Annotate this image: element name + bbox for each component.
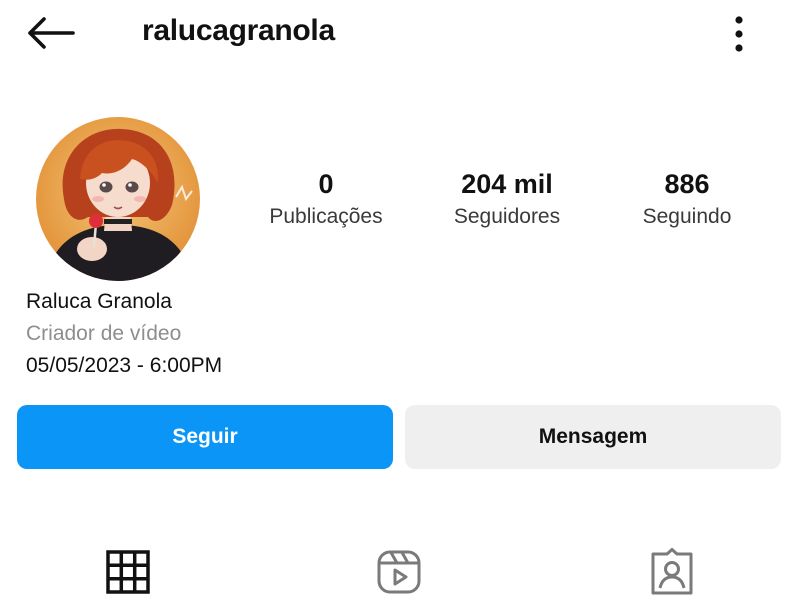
profile-username: ralucagranola — [142, 14, 335, 47]
profile-category: Criador de vídeo — [26, 322, 182, 345]
stat-following-label: Seguindo — [642, 205, 732, 228]
profile-bio-text: 05/05/2023 - 6:00PM — [26, 354, 223, 377]
stat-followers[interactable]: 204 mil Seguidores — [417, 168, 597, 232]
reels-icon[interactable] — [375, 548, 423, 596]
back-arrow-icon[interactable] — [22, 13, 78, 53]
stat-posts[interactable]: 0 Publicações — [236, 168, 416, 232]
stat-followers-label: Seguidores — [453, 205, 561, 228]
profile-header: ralucagranola — [0, 0, 806, 66]
follow-button[interactable]: Seguir — [17, 405, 393, 469]
tagged-icon[interactable] — [648, 548, 696, 596]
message-button[interactable]: Mensagem — [405, 405, 781, 469]
stat-following-value: 886 — [664, 169, 710, 199]
stat-following[interactable]: 886 Seguindo — [597, 168, 777, 232]
grid-icon[interactable] — [104, 548, 152, 596]
more-options-icon[interactable] — [722, 12, 756, 56]
stat-posts-value: 0 — [318, 169, 334, 199]
stat-followers-value: 204 mil — [461, 169, 553, 199]
profile-avatar[interactable] — [36, 117, 200, 281]
profile-display-name: Raluca Granola — [26, 290, 172, 313]
stat-posts-label: Publicações — [269, 205, 383, 228]
